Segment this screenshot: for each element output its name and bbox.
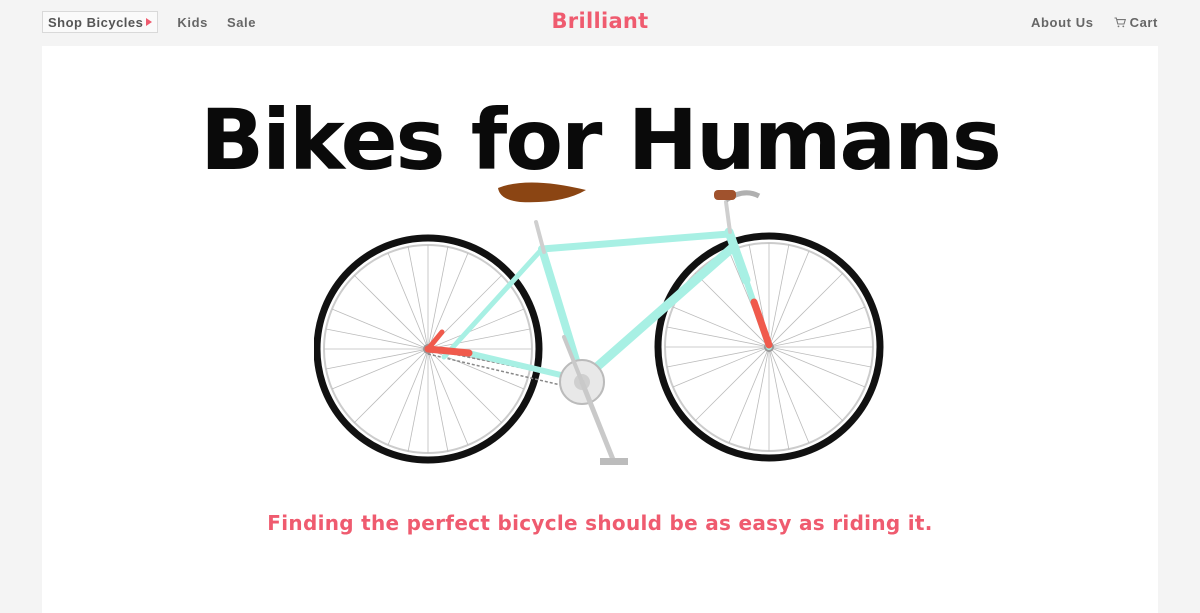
secondary-nav: About Us Cart — [1031, 15, 1158, 30]
hero-tagline: Finding the perfect bicycle should be as… — [267, 511, 933, 535]
cart-link[interactable]: Cart — [1114, 15, 1158, 30]
hero-panel: Bikes for Humans Finding the perfect bic… — [42, 46, 1158, 613]
cart-icon — [1114, 17, 1126, 28]
cart-label: Cart — [1129, 15, 1158, 30]
bicycle-image — [314, 182, 884, 465]
nav-link-about-us[interactable]: About Us — [1031, 15, 1094, 30]
top-navigation: Shop Bicycles Kids Sale Brilliant About … — [0, 0, 1200, 46]
crankset — [559, 335, 628, 465]
saddle — [498, 182, 586, 203]
bicycle-frame — [441, 200, 772, 385]
handlebar — [714, 190, 761, 203]
brand-logo[interactable]: Brilliant — [0, 9, 1200, 33]
